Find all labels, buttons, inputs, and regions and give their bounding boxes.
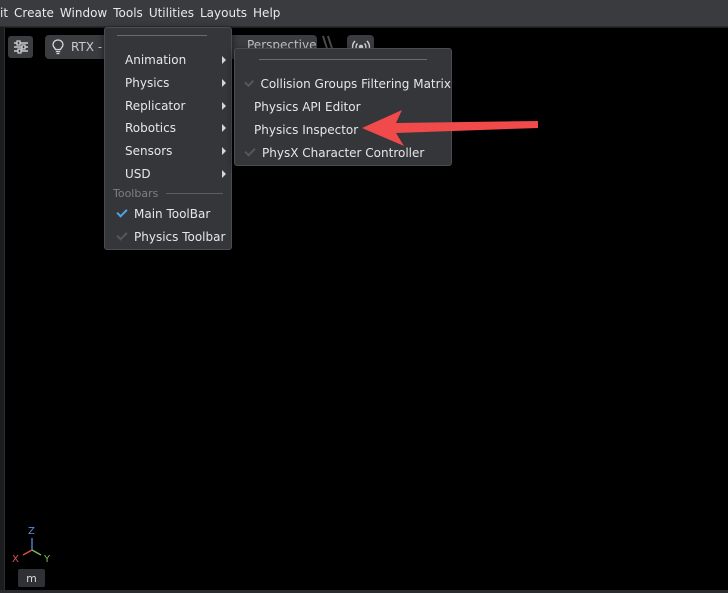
menu-item-physics-toolbar[interactable]: Physics Toolbar [105, 225, 231, 248]
lightbulb-icon [52, 39, 64, 55]
tools-menu: Animation Physics Replicator Robotics Se… [104, 27, 232, 250]
chevron-right-icon [222, 170, 226, 178]
menu-item-label: Animation [125, 52, 187, 67]
section-label: Toolbars [113, 186, 159, 200]
axis-z-label: Z [28, 526, 35, 537]
gizmo-mode-button[interactable]: m [18, 569, 45, 587]
menu-bar: it Create Window Tools Utilities Layouts… [0, 0, 728, 27]
checkmark-icon [244, 144, 256, 157]
section-divider [166, 192, 223, 194]
menu-item-robotics[interactable]: Robotics [105, 116, 231, 139]
checkmark-icon [116, 228, 128, 241]
physics-submenu: Collision Groups Filtering Matrix Physic… [234, 48, 452, 166]
viewport-settings-button[interactable] [8, 36, 33, 58]
menu-item-label: Collision Groups Filtering Matrix [260, 76, 451, 91]
menu-item-usd[interactable]: USD [105, 162, 231, 185]
menu-window[interactable]: Window [57, 0, 110, 27]
chevron-right-icon [222, 124, 226, 132]
toolbars-section-header: Toolbars [113, 186, 223, 200]
menu-item-label: Robotics [125, 120, 176, 135]
menu-item-label: PhysX Character Controller [262, 145, 425, 160]
menu-layouts[interactable]: Layouts [197, 0, 250, 27]
chevron-right-icon [222, 102, 226, 110]
menu-item-sensors[interactable]: Sensors [105, 139, 231, 162]
chevron-right-icon [222, 147, 226, 155]
menu-item-label: Physics API Editor [254, 99, 361, 114]
axis-gizmo: Z X Y [10, 526, 54, 570]
menu-utilities[interactable]: Utilities [146, 0, 197, 27]
checkmark-icon [244, 76, 255, 87]
menu-item-label: Physics [125, 75, 170, 90]
checkmark-icon [116, 205, 128, 218]
menu-item-animation[interactable]: Animation [105, 48, 231, 71]
menu-help[interactable]: Help [250, 0, 283, 27]
menu-tools[interactable]: Tools [110, 0, 146, 27]
menu-edit[interactable]: it [0, 0, 11, 27]
menu-item-physics[interactable]: Physics [105, 71, 231, 94]
menu-item-label: Physics Inspector [254, 122, 359, 137]
menu-item-replicator[interactable]: Replicator [105, 94, 231, 117]
chevron-right-icon [222, 79, 226, 87]
menu-item-label: USD [125, 166, 151, 181]
menu-item-main-toolbar[interactable]: Main ToolBar [105, 202, 231, 225]
menu-item-label: Sensors [125, 143, 173, 158]
menu-separator [259, 59, 427, 60]
axis-y-label: Y [44, 554, 51, 565]
menu-item-collision-groups[interactable]: Collision Groups Filtering Matrix [235, 72, 451, 95]
menu-item-label: Physics Toolbar [134, 229, 226, 244]
renderer-label: RTX - [71, 40, 103, 54]
annotation-arrow-icon [362, 110, 538, 146]
menu-item-label: Main ToolBar [134, 206, 211, 221]
menu-item-label: Replicator [125, 98, 186, 113]
chevron-right-icon [222, 56, 226, 64]
sliders-icon [13, 40, 28, 54]
axis-x-label: X [12, 554, 19, 565]
menu-separator [117, 35, 207, 36]
menu-create[interactable]: Create [11, 0, 57, 27]
